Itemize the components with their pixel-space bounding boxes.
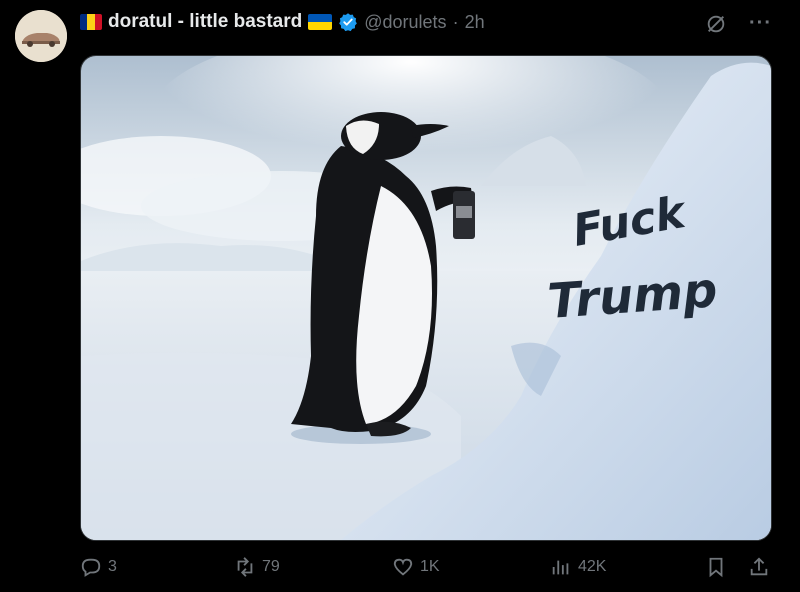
like-count: 1K (420, 558, 440, 575)
tweet-header: doratul - little bastard @dorulets · 2h (80, 10, 485, 34)
timestamp[interactable]: 2h (465, 12, 485, 33)
flag-romania-icon (80, 14, 102, 30)
action-bar: 3 79 1K 42K (80, 556, 772, 584)
reply-button[interactable]: 3 (80, 556, 117, 578)
reply-icon (81, 558, 101, 577)
like-button[interactable]: 1K (392, 556, 440, 578)
flag-ukraine-icon (308, 14, 333, 30)
avatar[interactable] (15, 10, 67, 62)
views-icon (552, 560, 569, 575)
handle[interactable]: @dorulets (364, 12, 446, 33)
views-count: 42K (578, 558, 607, 575)
reply-count: 3 (108, 558, 117, 575)
snow-text-line2: Trump (546, 262, 719, 330)
grok-icon[interactable] (705, 13, 727, 35)
penguin-image: Fuck Trump (81, 56, 771, 540)
tweet-media[interactable]: Fuck Trump (80, 55, 772, 541)
views-button[interactable]: 42K (550, 556, 606, 578)
separator: · (452, 11, 459, 32)
share-icon (750, 557, 768, 576)
repost-icon (237, 557, 253, 577)
bookmark-icon (709, 557, 723, 578)
car-avatar-icon (15, 10, 67, 62)
display-name[interactable]: doratul - little bastard (108, 11, 302, 33)
repost-count: 79 (262, 558, 280, 575)
more-icon[interactable]: ··· (749, 12, 772, 35)
repost-button[interactable]: 79 (234, 556, 280, 578)
verified-badge-icon[interactable] (338, 12, 358, 32)
share-button[interactable] (748, 556, 770, 578)
like-icon (393, 558, 413, 576)
top-right-actions: ··· (705, 12, 772, 35)
bookmark-button[interactable] (705, 556, 727, 578)
